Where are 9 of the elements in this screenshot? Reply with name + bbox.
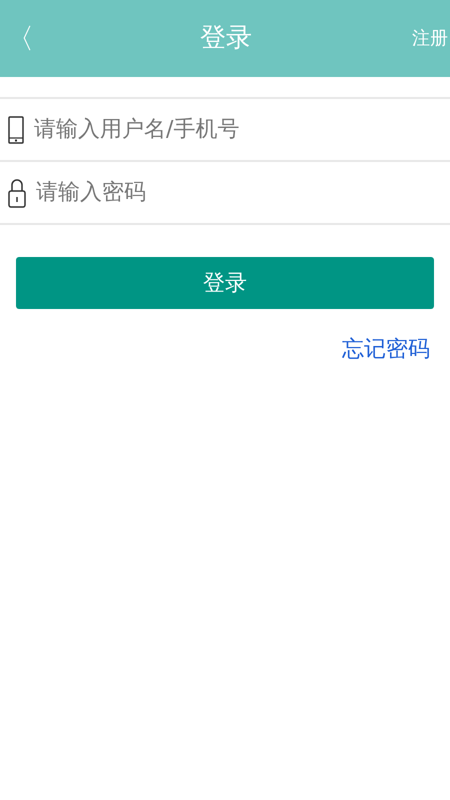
login-button[interactable]: 登录 <box>16 257 434 309</box>
page-title: 登录 <box>199 22 253 55</box>
forgot-password-link[interactable]: 忘记密码 <box>342 333 430 366</box>
back-button[interactable]: 〈 <box>0 18 40 60</box>
input-field[interactable]: 请输入用户名/手机号 <box>32 112 442 147</box>
input-field[interactable]: 请输入密码 <box>34 175 442 210</box>
phone-icon <box>8 116 24 144</box>
lock-icon <box>8 178 26 208</box>
register-button[interactable]: 注册 <box>412 25 450 52</box>
